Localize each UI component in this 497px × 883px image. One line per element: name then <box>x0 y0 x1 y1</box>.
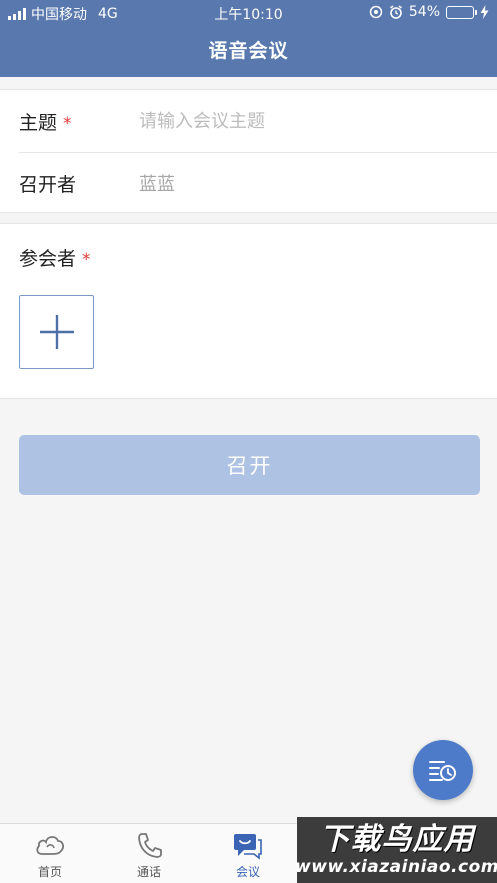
phone-icon <box>138 833 162 858</box>
orientation-lock-icon <box>369 5 383 19</box>
participants-card: 参会者 * <box>0 223 497 399</box>
meeting-info-card: 主题* 召开者 蓝蓝 <box>0 89 497 213</box>
watermark-url: www.xiazainiao.com <box>295 857 497 877</box>
tab-meeting-label: 会议 <box>235 865 260 879</box>
site-watermark: 下载鸟应用 www.xiazainiao.com <box>295 817 497 883</box>
tab-home-label: 首页 <box>37 865 62 879</box>
meeting-history-button[interactable] <box>413 740 473 800</box>
topic-required-mark: * <box>63 113 72 134</box>
tab-meeting[interactable]: 会议 <box>198 824 298 883</box>
status-right: 54% <box>369 4 489 20</box>
topic-label-text: 主题 <box>19 111 58 134</box>
status-bar: 中国移动 4G 上午10:10 54% <box>0 0 497 26</box>
meeting-chat-icon <box>234 834 262 860</box>
participants-required-mark: * <box>82 250 91 270</box>
start-meeting-button[interactable]: 召开 <box>19 435 480 495</box>
tab-calls[interactable]: 通话 <box>99 824 199 883</box>
battery-icon <box>446 5 477 19</box>
history-list-icon <box>429 761 456 781</box>
participants-label: 参会者 * <box>19 244 91 271</box>
page-title: 语音会议 <box>208 40 289 62</box>
plus-icon <box>39 315 74 349</box>
host-value: 蓝蓝 <box>139 174 175 195</box>
alarm-icon <box>389 5 402 19</box>
tab-home[interactable]: 首页 <box>0 824 100 883</box>
host-label: 召开者 <box>19 173 77 196</box>
topic-label: 主题 * <box>19 108 72 135</box>
cloud-icon <box>36 836 65 855</box>
app-header: 中国移动 4G 上午10:10 54% 语音会议 <box>0 0 497 77</box>
battery-percent: 54% <box>408 4 440 20</box>
participants-label-text: 参会者 <box>19 248 77 270</box>
add-participant-button[interactable] <box>19 295 94 369</box>
host-row: 召开者 蓝蓝 <box>0 152 497 214</box>
watermark-title: 下载鸟应用 <box>319 822 475 857</box>
topic-input[interactable] <box>139 101 469 141</box>
charging-icon <box>480 5 489 19</box>
topic-row: 主题 * <box>0 90 497 152</box>
tab-calls-label: 通话 <box>136 865 161 879</box>
